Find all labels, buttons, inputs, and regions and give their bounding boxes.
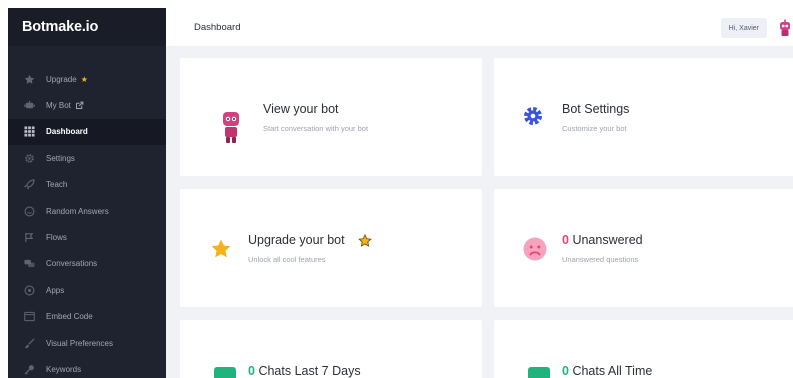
card-bot-settings[interactable]: Bot Settings Customize your bot	[494, 58, 793, 176]
external-link-icon	[75, 101, 84, 110]
sidebar-item-label: My Bot	[46, 101, 71, 111]
gear-icon	[523, 106, 543, 131]
card-title: Bot Settings	[562, 102, 630, 116]
sidebar-item-my-bot[interactable]: My Bot	[8, 92, 166, 118]
card-subtitle: Unlock all cool features	[248, 255, 326, 264]
card-title: 0 Chats Last 7 Days	[248, 364, 361, 378]
chats-all-label: Chats All Time	[572, 364, 653, 378]
brand-logo[interactable]: Botmake.io	[8, 8, 166, 46]
upgrade-star-icon: ★	[80, 74, 88, 84]
user-greeting: Hi, Xavier	[728, 24, 759, 32]
sidebar-item-label: Random Answers	[46, 206, 109, 216]
sidebar-item-label: Flows	[46, 233, 67, 243]
sad-face-icon	[523, 237, 547, 266]
sidebar-item-label: Visual Preferences	[46, 338, 113, 348]
card-chats-all-time[interactable]: 0 Chats All Time	[494, 320, 793, 378]
chat-bubble-icon	[214, 367, 236, 378]
sidebar-item-visual-preferences[interactable]: Visual Preferences	[8, 330, 166, 356]
code-icon	[21, 311, 37, 323]
card-subtitle: Customize your bot	[562, 124, 627, 133]
gear-icon	[21, 152, 37, 164]
sidebar-item-label: Apps	[46, 285, 65, 295]
sidebar-item-apps[interactable]: Apps	[8, 277, 166, 303]
chats-all-count: 0	[562, 364, 569, 378]
card-upgrade[interactable]: Upgrade your bot Unlock all cool feature…	[180, 189, 482, 307]
sidebar-item-embed-code[interactable]: Embed Code	[8, 304, 166, 330]
sidebar-item-flows[interactable]: Flows	[8, 224, 166, 250]
sidebar-item-label: Embed Code	[46, 312, 93, 322]
chat-icon	[21, 258, 37, 270]
unanswered-label: Unanswered	[572, 233, 643, 247]
sidebar-item-label: Settings	[46, 153, 75, 163]
sidebar-item-label: Teach	[46, 180, 68, 190]
sidebar-item-conversations[interactable]: Conversations	[8, 251, 166, 277]
card-unanswered[interactable]: 0 Unanswered Unanswered questions	[494, 189, 793, 307]
sidebar-item-random-answers[interactable]: Random Answers	[8, 198, 166, 224]
chats-week-label: Chats Last 7 Days	[258, 364, 361, 378]
key-icon	[21, 363, 37, 375]
user-menu[interactable]: Hi, Xavier	[720, 18, 767, 38]
card-title: 0 Unanswered	[562, 233, 643, 247]
sidebar-item-dashboard[interactable]: Dashboard	[8, 118, 166, 146]
sidebar-item-keywords[interactable]: Keywords	[8, 356, 166, 378]
card-view-bot[interactable]: View your bot Start conversation with yo…	[180, 58, 482, 176]
sidebar-item-teach[interactable]: Teach	[8, 172, 166, 198]
brand-name: Botmake.io	[22, 19, 99, 35]
avatar-icon[interactable]	[777, 19, 793, 39]
sidebar-item-label: Keywords	[46, 364, 82, 374]
sidebar-item-label: Dashboard	[46, 127, 88, 137]
main-content: Dashboard Hi, Xavier View your bot Start…	[166, 8, 793, 378]
rocket-icon	[21, 179, 37, 191]
smiley-icon	[21, 205, 37, 217]
sidebar: Botmake.io Upgrade ★ My Bot Dashboard Se…	[8, 8, 166, 378]
card-title: Upgrade your bot	[248, 233, 345, 247]
unanswered-count: 0	[562, 233, 569, 247]
sidebar-item-settings[interactable]: Settings	[8, 145, 166, 171]
page-title: Dashboard	[194, 21, 241, 33]
upgrade-star-icon	[358, 233, 372, 253]
sidebar-nav: Upgrade ★ My Bot Dashboard Settings Teac…	[8, 66, 166, 378]
sidebar-item-label: Conversations	[46, 259, 98, 269]
bot-icon	[21, 100, 37, 112]
card-title: 0 Chats All Time	[562, 364, 652, 378]
brush-icon	[21, 337, 37, 349]
sidebar-item-upgrade[interactable]: Upgrade ★	[8, 66, 166, 92]
card-chats-last-7-days[interactable]: 0 Chats Last 7 Days	[180, 320, 482, 378]
robot-icon	[220, 110, 242, 149]
grid-icon	[21, 126, 37, 138]
topbar: Dashboard Hi, Xavier	[166, 8, 793, 46]
flows-icon	[21, 232, 37, 244]
card-title: View your bot	[263, 102, 339, 116]
card-subtitle: Start conversation with your bot	[263, 124, 369, 133]
apps-icon	[21, 284, 37, 296]
chats-week-count: 0	[248, 364, 255, 378]
sidebar-item-label: Upgrade	[46, 74, 77, 84]
star-icon	[210, 238, 232, 265]
card-subtitle: Unanswered questions	[562, 255, 639, 264]
chat-bubble-icon	[528, 367, 550, 378]
star-icon	[21, 73, 37, 85]
